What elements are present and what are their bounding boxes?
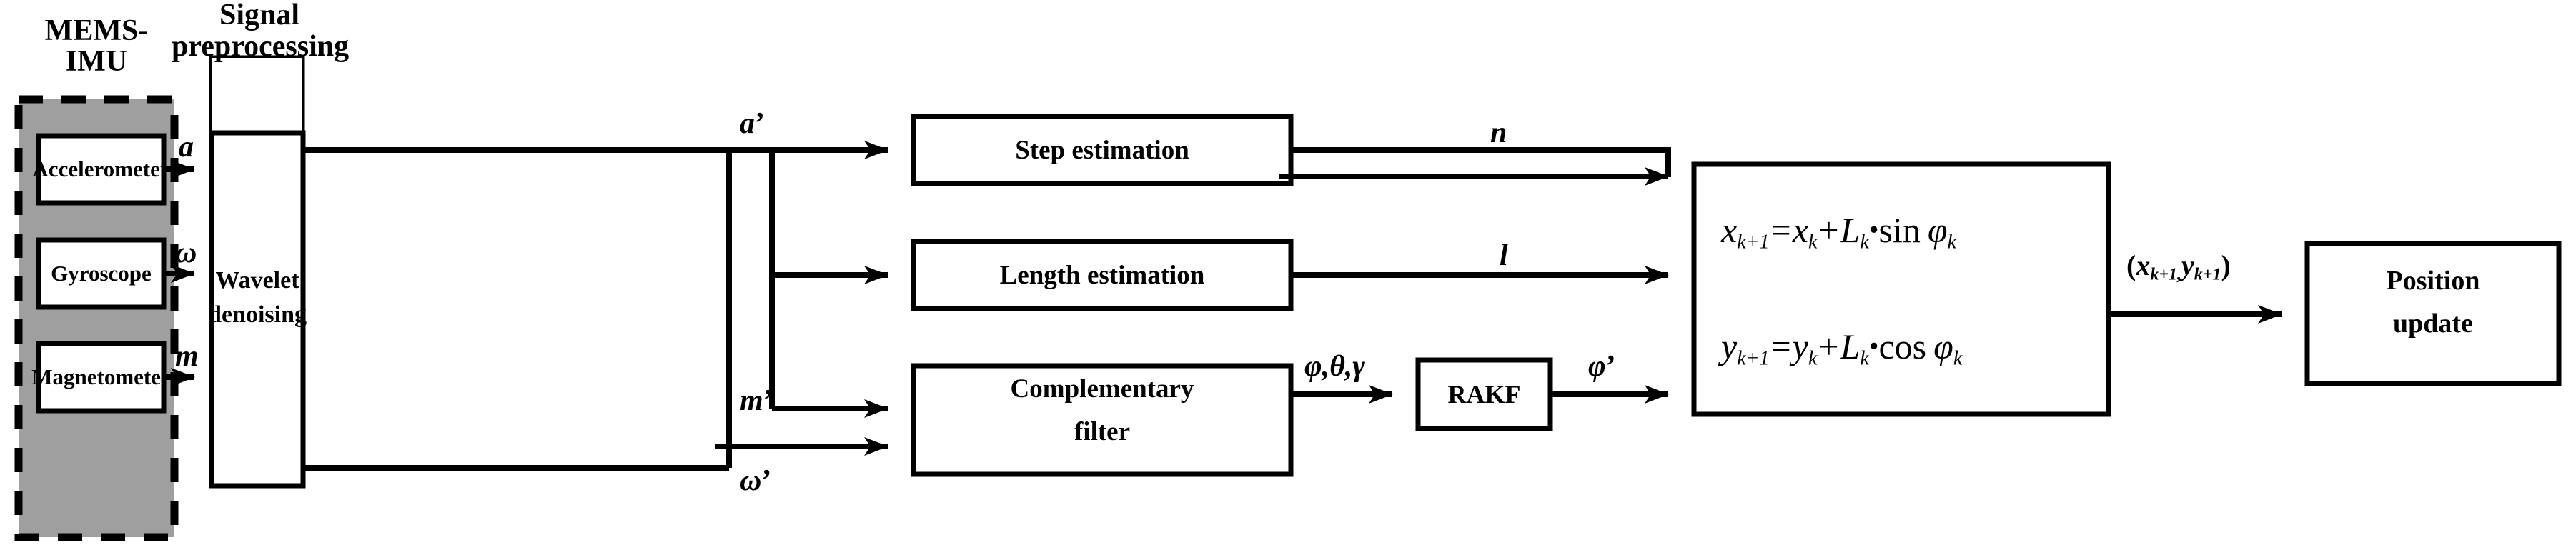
wavelet-denoising-label-line1: Wavelet <box>215 267 299 294</box>
position-update-label-line2: update <box>2393 309 2473 339</box>
signal-label-phi-prime: φ’ <box>1588 351 1616 381</box>
signal-label-m: m <box>175 340 199 373</box>
eq2-t1-sub: k <box>1808 347 1818 370</box>
eq1-t1-sub: k <box>1808 231 1818 254</box>
eq2-angle-var: φ <box>1933 326 1953 366</box>
coord-y-var: y <box>2181 249 2194 281</box>
signal-label-l: l <box>1500 239 1508 272</box>
position-equation-box[interactable] <box>1691 161 2111 417</box>
accelerometer-label: Accelerometer <box>32 156 170 181</box>
equation-y-update: yk+1=yk+Lk•cos φk <box>1721 329 1962 369</box>
signal-preprocessing-title-line2: preprocessing <box>172 30 350 63</box>
signal-label-phi-prime-mark: ’ <box>1605 350 1616 383</box>
signal-label-m-prime-mark: ’ <box>763 384 773 417</box>
complementary-filter-label-line2: filter <box>1074 416 1131 446</box>
signal-label-a-prime-base: a <box>740 107 755 140</box>
length-estimation-label: Length estimation <box>999 260 1205 290</box>
signal-label-phi-theta-gamma: φ,θ,γ <box>1304 350 1365 383</box>
signal-label-omega: ω <box>175 236 197 269</box>
mems-imu-title: MEMS-IMU <box>44 14 149 78</box>
complementary-filter-label-line1: Complementary <box>1010 374 1194 404</box>
eq2-t2-sub: k <box>1860 347 1869 370</box>
eq1-t1-var: x <box>1792 210 1808 250</box>
signal-label-a-prime-mark: ’ <box>755 107 765 140</box>
eq2-angle-sub: k <box>1953 347 1963 370</box>
rakf-label: RAKF <box>1447 380 1521 409</box>
signal-label-omega-prime: ω’ <box>740 466 771 496</box>
eq1-angle-sub: k <box>1947 231 1956 254</box>
signal-label-m-prime: m’ <box>740 386 773 416</box>
eq2-t2-var: L <box>1840 326 1861 366</box>
coordinate-output-label: (xk+1,yk+1) <box>2126 251 2231 284</box>
eq1-lhs-var: x <box>1721 210 1738 250</box>
eq1-t2-var: L <box>1840 210 1861 250</box>
equation-x-update: xk+1=xk+Lk•sin φk <box>1721 212 1956 252</box>
signal-label-m-prime-base: m <box>740 384 763 417</box>
eq1-equals: = <box>1770 210 1791 250</box>
signal-label-phi-prime-base: φ <box>1588 350 1606 383</box>
eq2-function: cos <box>1878 326 1927 366</box>
gyroscope-label: Gyroscope <box>51 261 152 286</box>
eq2-bullet: • <box>1868 331 1879 362</box>
wavelet-denoising-label-line2: denoising <box>208 301 307 328</box>
eq1-t2-sub: k <box>1860 231 1869 254</box>
eq2-lhs-sub: k+1 <box>1737 347 1770 370</box>
connector-step-estimation-to-equation <box>1291 147 1671 177</box>
eq2-equals: = <box>1770 326 1791 366</box>
coord-x-var: x <box>2136 249 2151 281</box>
diagram-canvas: MEMS-IMU Signal preprocessing Accelerome… <box>0 0 2576 550</box>
eq1-lhs-sub: k+1 <box>1737 231 1770 254</box>
eq2-plus: + <box>1818 326 1839 366</box>
position-update-label-line1: Position <box>2386 266 2480 296</box>
signal-label-n: n <box>1490 116 1507 149</box>
coord-x-sub: k+1, <box>2150 265 2182 284</box>
magnetometer-label: Magnetometer <box>31 364 171 389</box>
signal-label-a: a <box>179 131 194 164</box>
eq1-plus: + <box>1818 210 1839 250</box>
eq1-angle-var: φ <box>1927 210 1948 250</box>
signal-label-omega-prime-base: ω <box>740 464 762 497</box>
coord-y-sub: k+1 <box>2194 265 2221 284</box>
signal-label-a-prime: a’ <box>740 109 765 139</box>
step-estimation-label: Step estimation <box>1015 135 1189 165</box>
coord-close-paren: ) <box>2221 249 2231 281</box>
eq2-lhs-var: y <box>1721 326 1738 366</box>
signal-preprocessing-title-line1: Signal <box>219 0 300 31</box>
wavelet-denoising-box-main[interactable] <box>212 58 302 211</box>
coord-open-paren: ( <box>2126 249 2136 281</box>
eq2-t1-var: y <box>1792 326 1808 366</box>
signal-label-omega-prime-mark: ’ <box>761 464 772 497</box>
eq1-function: sin <box>1878 210 1921 250</box>
eq1-bullet: • <box>1868 214 1879 246</box>
